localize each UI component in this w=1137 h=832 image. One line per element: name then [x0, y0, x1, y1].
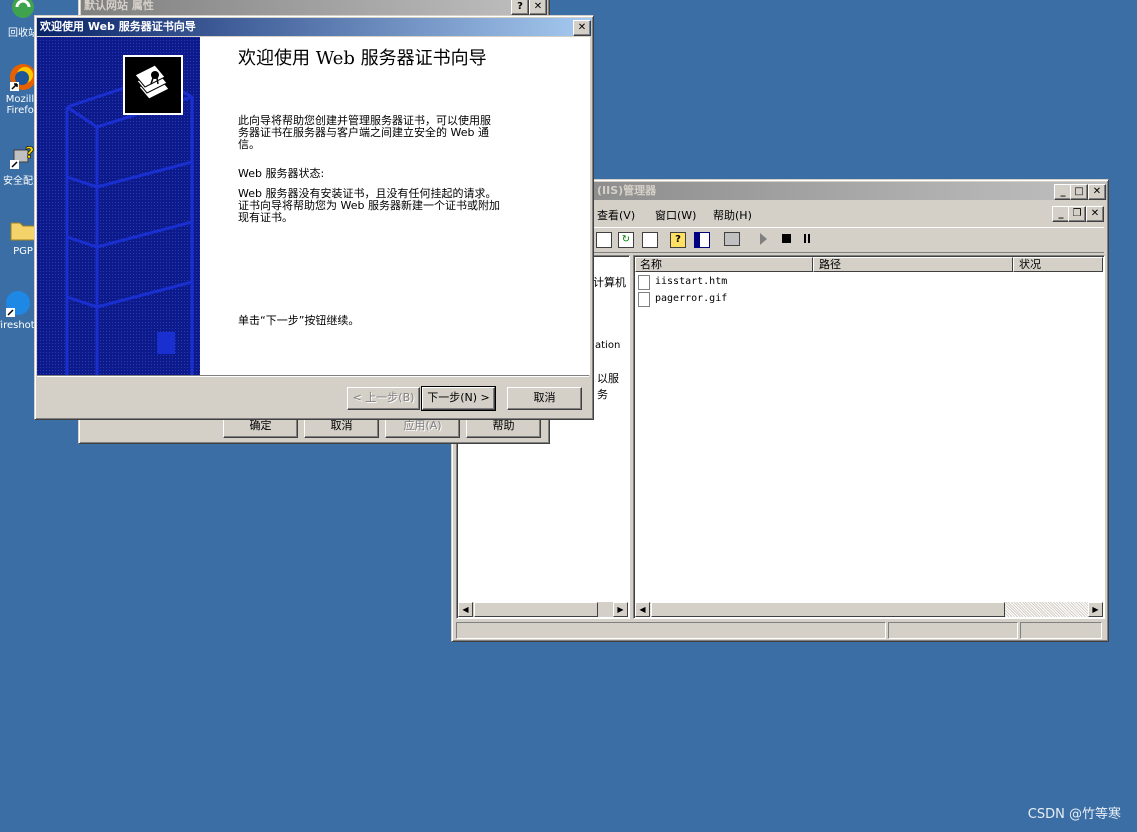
scroll-left-icon[interactable]: ◀: [635, 602, 650, 617]
list-horizontal-scrollbar[interactable]: ◀ ▶: [635, 602, 1103, 617]
help-button[interactable]: ?: [511, 0, 529, 15]
intro-line: 信。: [238, 138, 260, 151]
status-panel: [456, 622, 886, 639]
properties-title: 默认网站 属性: [84, 0, 154, 12]
column-header-path[interactable]: 路径: [813, 257, 1013, 272]
scroll-right-icon[interactable]: ▶: [1088, 602, 1103, 617]
properties-icon[interactable]: [596, 232, 612, 248]
child-restore-button[interactable]: ❐: [1068, 206, 1086, 222]
watermark-text: CSDN @竹等寒: [1027, 807, 1121, 822]
tree-horizontal-scrollbar[interactable]: ◀ ▶: [458, 602, 628, 617]
close-button[interactable]: ✕: [573, 20, 591, 36]
wizard-side-banner: [37, 37, 200, 375]
column-header-status[interactable]: 状况: [1013, 257, 1103, 272]
close-button[interactable]: ✕: [1088, 184, 1106, 200]
play-icon[interactable]: [760, 233, 767, 245]
wizard-heading: 欢迎使用 Web 服务器证书向导: [238, 48, 487, 69]
scroll-left-icon[interactable]: ◀: [458, 602, 473, 617]
desktop-icon-label: Fireshot: [0, 320, 35, 331]
cancel-button[interactable]: 取消: [507, 387, 582, 410]
desktop-icon-fireshot[interactable]: Fireshot: [0, 288, 38, 331]
status-line: 现有证书。: [238, 211, 293, 224]
maximize-button[interactable]: □: [1070, 184, 1088, 200]
fireshot-icon: [0, 288, 30, 318]
stop-icon[interactable]: [782, 234, 791, 243]
list-pane[interactable]: 名称 路径 状况 iisstart.htm pagerror.gif ◀ ▶: [633, 255, 1105, 619]
child-close-button[interactable]: ✕: [1086, 206, 1104, 222]
wizard-titlebar[interactable]: 欢迎使用 Web 服务器证书向导: [37, 18, 592, 36]
wizard-title: 欢迎使用 Web 服务器证书向导: [40, 20, 196, 33]
file-name: iisstart.htm: [655, 276, 728, 287]
export-list-icon[interactable]: [642, 232, 658, 248]
document-icon: [638, 275, 650, 290]
close-button[interactable]: ✕: [529, 0, 547, 15]
certificate-wizard-dialog[interactable]: 欢迎使用 Web 服务器证书向导 ✕ 欢迎使用 Web 服务器证书向导 此向导将…: [34, 15, 594, 420]
column-name-label: 名称: [640, 258, 662, 271]
continue-instruction: 单击“下一步”按钮继续。: [238, 314, 360, 327]
wizard-separator: [37, 375, 589, 377]
next-button[interactable]: 下一步(N) >: [421, 386, 496, 411]
intro-line: 务器证书在服务器与客户端之间建立安全的 Web 通: [238, 126, 489, 139]
document-icon: [638, 292, 650, 307]
tree-item-application[interactable]: ation: [595, 340, 620, 351]
tree-item-computer[interactable]: 计算机: [593, 274, 626, 290]
help-icon[interactable]: ?: [670, 232, 686, 248]
wizard-content: 欢迎使用 Web 服务器证书向导 此向导将帮助您创建并管理服务器证书，可以使用服…: [200, 37, 590, 375]
menu-help[interactable]: 帮助(H): [713, 207, 752, 223]
list-header: 名称 路径 状况: [635, 257, 1103, 272]
menu-view[interactable]: 查看(V): [597, 207, 635, 223]
scroll-thumb[interactable]: [474, 602, 598, 617]
svg-text:?: ?: [25, 143, 34, 162]
column-header-name[interactable]: 名称: [635, 257, 813, 272]
status-panel: [888, 622, 1018, 639]
status-panel: [1020, 622, 1102, 639]
column-status-label: 状况: [1019, 258, 1041, 271]
pause-icon[interactable]: [804, 234, 806, 243]
refresh-icon[interactable]: ↻: [618, 232, 634, 248]
certificate-icon: [123, 55, 183, 115]
status-bar: [454, 621, 1104, 639]
status-text: Web 服务器没有安装证书，且没有任何挂起的请求。 证书向导将帮助您为 Web …: [238, 188, 500, 224]
back-button[interactable]: < 上一步(B): [347, 387, 420, 410]
status-label: Web 服务器状态:: [238, 167, 325, 180]
tree-item-services[interactable]: 以服务: [597, 370, 629, 402]
intro-text: 此向导将帮助您创建并管理服务器证书，可以使用服 务器证书在服务器与客户端之间建立…: [238, 115, 491, 151]
properties-titlebar[interactable]: 默认网站 属性: [81, 0, 548, 15]
menu-window[interactable]: 窗口(W): [655, 207, 696, 223]
scroll-right-icon[interactable]: ▶: [613, 602, 628, 617]
column-path-label: 路径: [819, 258, 841, 271]
file-name: pagerror.gif: [655, 293, 728, 304]
scroll-thumb[interactable]: [651, 602, 1005, 617]
show-hide-tree-icon[interactable]: [694, 232, 710, 248]
computer-icon[interactable]: [724, 232, 740, 246]
